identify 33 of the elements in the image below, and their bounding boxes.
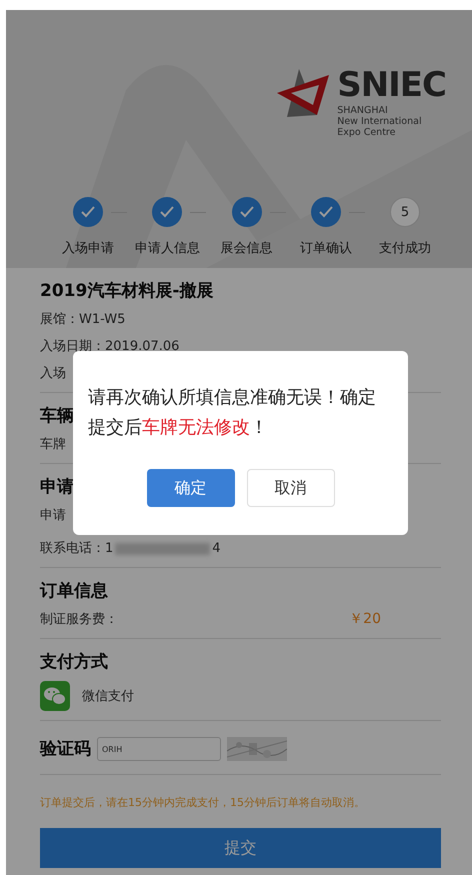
info-line: 入场 <box>40 365 66 383</box>
payment-notice: 订单提交后，请在15分钟内完成支付，15分钟后订单将自动取消。 <box>40 795 366 811</box>
phone-digit: 4 <box>212 540 221 558</box>
chat-bubbles-icon[interactable] <box>40 681 70 711</box>
step-label: 申请人信息 <box>134 240 200 257</box>
confirm-button[interactable]: 确定 <box>146 469 234 507</box>
fee-label: 制证服务费： <box>40 611 118 629</box>
captcha-label: 验证码 <box>40 738 91 761</box>
section-heading: 订单信息 <box>40 580 108 603</box>
logo-name: SNIEC <box>337 65 446 105</box>
step-label: 支付成功 <box>379 240 431 257</box>
logo-subtitle: SHANGHAI <box>337 105 389 116</box>
step-label: 入场申请 <box>62 240 114 257</box>
dialog-message: 请再次确认所填信息准确无误！确定提交后车牌无法修改！ <box>88 386 377 440</box>
logo-subtitle: New International <box>337 116 423 127</box>
payment-method[interactable]: 微信支付 <box>82 682 134 710</box>
info-line: 申请 <box>40 507 66 525</box>
step-label: 订单确认 <box>300 240 352 257</box>
step-label: 展会信息 <box>220 240 272 257</box>
cancel-button[interactable]: 取消 <box>246 469 334 507</box>
section-heading: 支付方式 <box>40 651 108 674</box>
section-heading: 车辆 <box>40 405 74 428</box>
logo-subtitle: Expo Centre <box>337 127 396 138</box>
info-line: 展馆：W1-W5 <box>40 311 126 329</box>
phone-digit: 1 <box>105 540 114 558</box>
event-title: 2019汽车材料展-撤展 <box>40 280 214 303</box>
submit-button[interactable]: 提交 <box>40 828 441 868</box>
fee-amount: ￥20 <box>349 610 381 629</box>
section-heading: 申请 <box>40 476 74 499</box>
phone-label: 联系电话： <box>40 540 105 558</box>
info-line: 入场日期：2019.07.06 <box>40 338 180 356</box>
info-line: 车牌 <box>40 436 66 454</box>
captcha-field[interactable]: ORIH <box>97 737 221 761</box>
